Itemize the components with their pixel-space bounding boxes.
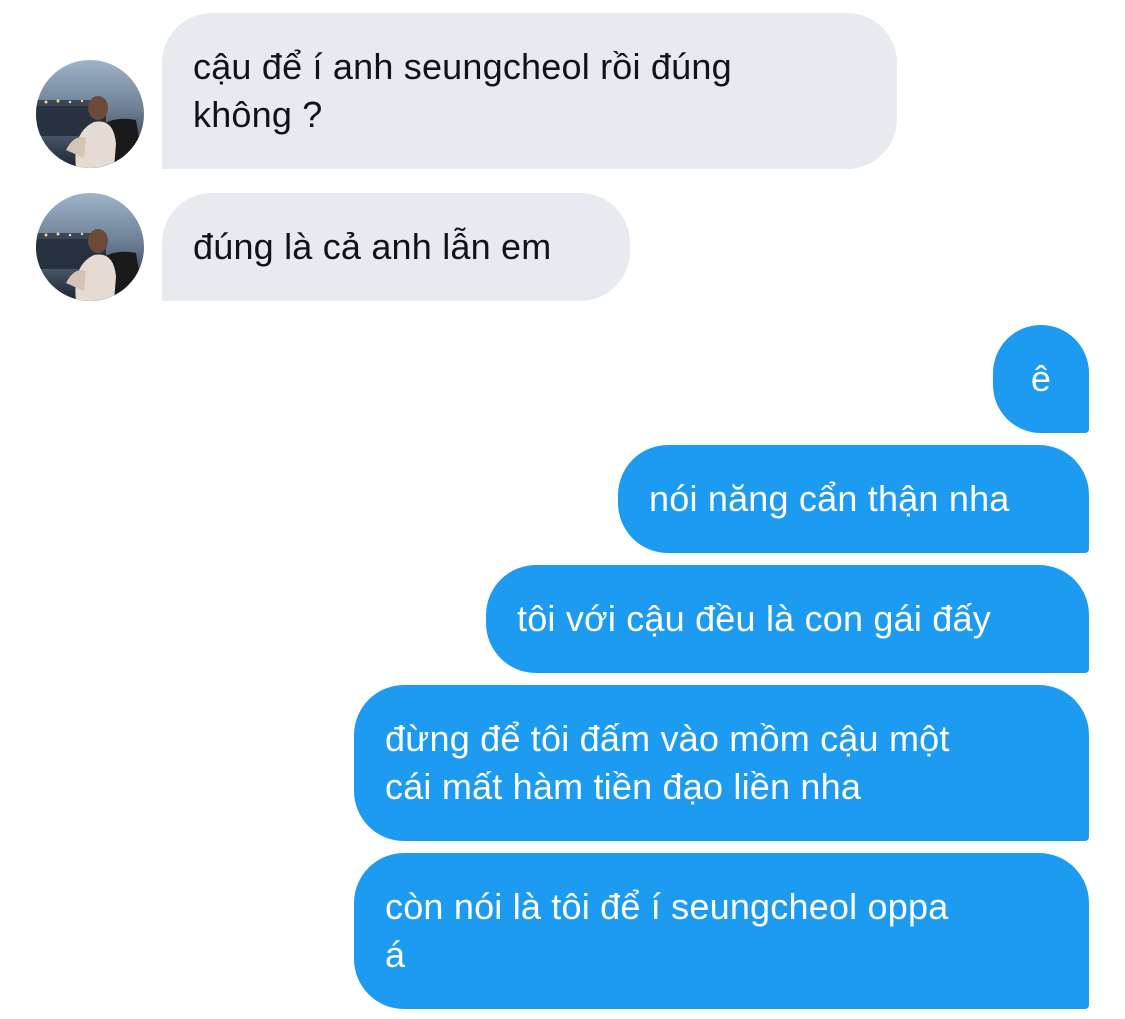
contact-avatar[interactable] bbox=[36, 60, 144, 168]
outgoing-message-bubble: tôi với cậu đều là con gái đấy bbox=[486, 565, 1089, 673]
incoming-message-bubble: đúng là cả anh lẫn em bbox=[162, 193, 630, 301]
outgoing-message-bubble: đừng để tôi đấm vào mồm cậu một cái mất … bbox=[354, 685, 1089, 841]
incoming-message-bubble: cậu để í anh seungcheol rồi đúng không ? bbox=[162, 13, 897, 169]
contact-avatar-photo bbox=[36, 193, 144, 301]
contact-avatar[interactable] bbox=[36, 193, 144, 301]
outgoing-message-bubble: nói năng cẩn thận nha bbox=[618, 445, 1089, 553]
outgoing-message-bubble: ê bbox=[993, 325, 1089, 433]
contact-avatar-photo bbox=[36, 60, 144, 168]
outgoing-message-bubble: còn nói là tôi để í seungcheol oppa á bbox=[354, 853, 1089, 1009]
